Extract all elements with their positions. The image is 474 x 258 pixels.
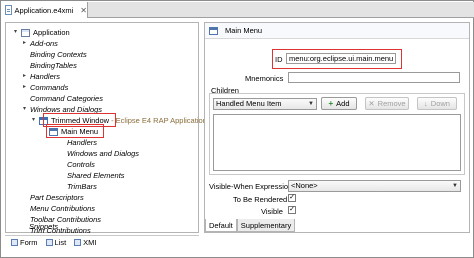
tab-supplementary[interactable]: Supplementary xyxy=(236,219,296,232)
detail-header: Main Menu xyxy=(205,23,469,39)
visible-when-combo[interactable]: <None> ▼ xyxy=(288,180,461,192)
tab-label: XMI xyxy=(83,238,97,247)
down-button-label: Down xyxy=(430,99,450,108)
visible-label: Visible xyxy=(261,207,283,216)
close-icon[interactable]: ✕ xyxy=(80,6,87,15)
tree-item-controls[interactable]: Controls xyxy=(67,159,95,170)
tab-xmi[interactable]: XMI xyxy=(74,238,97,247)
remove-icon: ✕ xyxy=(368,99,375,108)
expand-toggle-icon[interactable] xyxy=(12,29,19,36)
tree-item-label: Part Descriptors xyxy=(30,193,84,202)
e4xmi-file-icon xyxy=(5,5,12,15)
tree-item-binding-tables[interactable]: BindingTables xyxy=(21,60,77,71)
tab-label: List xyxy=(54,238,67,247)
id-field[interactable]: menu:org.eclipse.ui.main.menu xyxy=(286,53,396,64)
expand-toggle-icon[interactable] xyxy=(30,117,37,124)
expand-toggle-icon[interactable] xyxy=(21,84,28,91)
model-tree[interactable]: Application Add-ons Binding Contexts Bin… xyxy=(5,22,207,235)
tree-item-label: Command Categories xyxy=(30,94,103,103)
add-button-label: Add xyxy=(336,99,350,108)
detail-title: Main Menu xyxy=(225,26,263,35)
down-button[interactable]: ↓ Down xyxy=(417,97,457,110)
tree-item-part-descriptors[interactable]: Part Descriptors xyxy=(30,192,84,203)
chevron-down-icon: ▼ xyxy=(308,101,314,107)
tree-item-label: Controls xyxy=(67,160,95,169)
tree-item-binding-contexts[interactable]: Binding Contexts xyxy=(21,49,87,60)
tree-item-windows-and-dialogs[interactable]: Windows and Dialogs xyxy=(67,148,139,159)
to-be-rendered-label: To Be Rendered xyxy=(233,195,288,204)
detail-panel: Main Menu ID menu:org.eclipse.ui.main.me… xyxy=(204,22,470,233)
editor-tab-title: Application.e4xmi xyxy=(14,5,74,15)
editor-window: Application.e4xmi ✕ Application Add-ons … xyxy=(0,0,474,258)
editor-view-tabs: Form List XMI xyxy=(5,235,199,249)
tree-item-label: Binding Contexts xyxy=(30,50,87,59)
children-type-combo[interactable]: Handled Menu Item ▼ xyxy=(213,98,317,110)
to-be-rendered-checkbox[interactable]: ✓ xyxy=(288,194,296,202)
tree-item-handlers[interactable]: Handlers xyxy=(21,71,60,82)
chevron-down-icon: ▼ xyxy=(452,183,458,189)
combo-value: Handled Menu Item xyxy=(216,99,282,108)
highlight-box-main-menu xyxy=(46,124,104,138)
expand-toggle-icon[interactable] xyxy=(21,106,28,113)
application-icon xyxy=(21,28,30,37)
tree-item-commands[interactable]: Commands xyxy=(21,82,68,93)
tree-item-label: BindingTables xyxy=(30,61,77,70)
form-icon xyxy=(11,239,18,246)
arrow-down-icon: ↓ xyxy=(424,99,428,108)
expand-toggle-icon[interactable] xyxy=(21,73,28,80)
visible-when-label: Visible-When Expression xyxy=(209,182,293,191)
tree-item-label: Commands xyxy=(30,83,69,92)
combo-value: <None> xyxy=(291,181,318,190)
xmi-icon xyxy=(74,239,82,246)
tab-form[interactable]: Form xyxy=(11,238,38,247)
menu-icon xyxy=(209,26,218,35)
tree-item-label: Windows and Dialogs xyxy=(67,149,140,158)
tree-item-label: Menu Contributions xyxy=(30,204,96,213)
editor-tab-bar: Application.e4xmi ✕ xyxy=(2,2,474,18)
tree-item-application[interactable]: Application xyxy=(12,27,70,38)
editor-tab[interactable]: Application.e4xmi ✕ xyxy=(2,2,88,18)
tree-item-menu-contributions[interactable]: Menu Contributions xyxy=(30,203,95,214)
list-icon xyxy=(45,239,53,246)
tree-item-addons[interactable]: Add-ons xyxy=(21,38,58,49)
tree-item-suffix: - Eclipse E4 RAP Application xyxy=(111,116,207,125)
tab-label: Form xyxy=(20,238,38,247)
tree-item-label: Handlers xyxy=(67,138,98,147)
blank-twisty xyxy=(21,51,28,58)
tree-item-label: Snippets xyxy=(29,222,59,231)
tree-item-snippets[interactable]: Snippets xyxy=(29,221,58,232)
tab-label: Default xyxy=(209,220,233,230)
add-button[interactable]: + Add xyxy=(321,97,357,110)
blank-twisty xyxy=(21,95,28,102)
remove-button-label: Remove xyxy=(377,99,406,108)
tree-item-handlers[interactable]: Handlers xyxy=(67,137,97,148)
children-list[interactable] xyxy=(213,114,461,171)
tree-item-trimbars[interactable]: TrimBars xyxy=(67,181,97,192)
expand-toggle-icon[interactable] xyxy=(21,40,28,47)
mnemonics-label: Mnemonics xyxy=(245,74,284,83)
tree-item-label: Add-ons xyxy=(30,39,58,48)
tree-item-label: Application xyxy=(33,28,70,37)
tab-label: Supplementary xyxy=(240,220,292,230)
tree-item-label: Handlers xyxy=(30,72,61,81)
mnemonics-field[interactable] xyxy=(288,72,460,83)
visible-checkbox[interactable]: ✓ xyxy=(288,206,296,214)
tab-list[interactable]: List xyxy=(45,238,67,247)
tab-default[interactable]: Default xyxy=(205,219,237,232)
blank-twisty xyxy=(21,62,28,69)
add-icon: + xyxy=(328,99,334,108)
detail-tabs: Default Supplementary xyxy=(205,219,296,232)
tree-item-label: TrimBars xyxy=(67,182,97,191)
tree-item-command-categories[interactable]: Command Categories xyxy=(21,93,103,104)
remove-button[interactable]: ✕ Remove xyxy=(365,97,409,110)
tree-item-shared-elements[interactable]: Shared Elements xyxy=(67,170,125,181)
tree-item-label: Shared Elements xyxy=(67,171,125,180)
id-label: ID xyxy=(275,55,283,64)
